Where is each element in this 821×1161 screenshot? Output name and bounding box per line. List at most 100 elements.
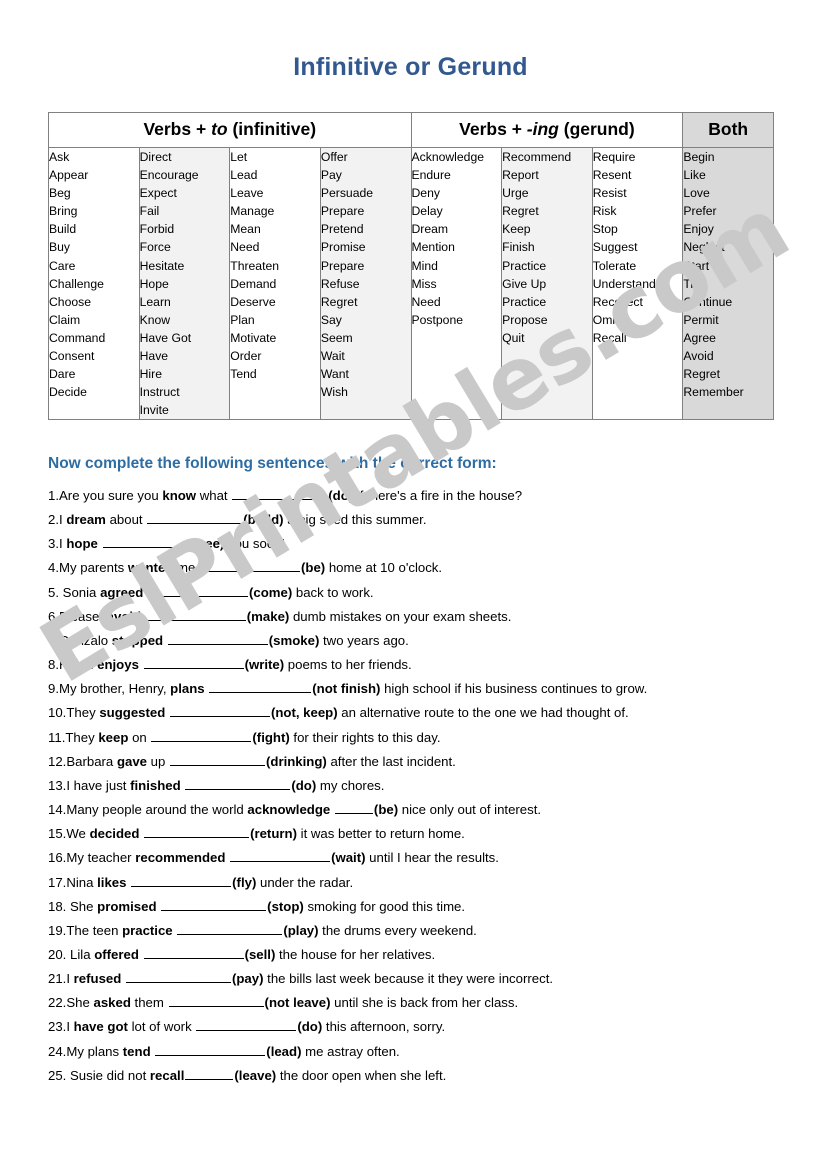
verb-item: Instruct [139, 385, 180, 400]
verb-item: Omit [592, 312, 619, 327]
exercise-item: 2.I dream about (build) a big shed this … [48, 510, 427, 528]
answer-blank[interactable] [185, 1066, 234, 1080]
exercise-cue-verb: recommended [135, 850, 226, 866]
verb-item: Continue [683, 294, 733, 309]
exercise-item: 6.Please, avoid (make) dumb mistakes on … [48, 607, 512, 624]
verb-item: Regret [502, 204, 539, 219]
answer-blank[interactable] [151, 728, 252, 742]
verb-item: Pay [320, 168, 342, 183]
exercise-number: 24. [48, 1043, 67, 1059]
verb-item: Postpone [411, 312, 464, 327]
exercise-hint: (be) [373, 802, 399, 818]
verb-item: Motivate [230, 330, 277, 345]
answer-blank[interactable] [143, 655, 244, 670]
verb-item: Finish [502, 240, 535, 255]
answer-blank[interactable] [200, 558, 300, 573]
exercise-item: 4.My parents wanted me (be) home at 10 o… [48, 558, 443, 576]
exercise-cue-verb: finished [130, 777, 181, 793]
verb-item: Care [49, 258, 76, 273]
answer-blank[interactable] [167, 631, 268, 645]
verb-item: Practice [502, 258, 547, 273]
exercise-number: 14. [48, 802, 67, 818]
answer-blank[interactable] [102, 534, 193, 549]
verb-item: Like [683, 168, 706, 183]
exercise-item: 13.I have just finished (do) my chores. [48, 776, 385, 793]
exercise-number: 22. [48, 995, 67, 1011]
answer-blank[interactable] [144, 824, 250, 839]
exercise-cue-verb: hope [66, 536, 98, 552]
answer-blank[interactable] [147, 583, 248, 597]
answer-blank[interactable] [169, 703, 270, 718]
answer-blank[interactable] [232, 486, 328, 500]
verb-item: Ask [49, 150, 70, 164]
verbs-column-1: Ask Appear Beg Bring Build Buy Care Challenge Ch… [48, 146, 140, 421]
exercise-number: 18. [48, 898, 67, 914]
exercise-hint: (drinking) [266, 753, 327, 769]
exercise-cue-verb: agreed [100, 584, 144, 600]
answer-blank[interactable] [209, 679, 312, 694]
verb-item: Stop [592, 222, 618, 237]
exercise-cue-verb: acknowledge [247, 802, 331, 818]
exercise-number: 21. [48, 971, 67, 987]
verb-item: Decide [49, 385, 87, 400]
verbs-column-6: Recommend Report Urge Regret Keep Finish Pract… [501, 146, 593, 421]
verb-item: Report [502, 168, 539, 183]
verb-item: Risk [592, 204, 617, 219]
verbs-table-group-header-3: Both [682, 112, 774, 148]
verb-item: Encourage [139, 168, 199, 183]
answer-blank[interactable] [145, 607, 246, 621]
exercise-cue-verb: refused [73, 971, 122, 987]
exercise-number: 2. [48, 512, 59, 528]
exercise-cue-verb: promised [97, 898, 157, 914]
verb-item: Tend [230, 367, 257, 382]
verb-item: Say [320, 312, 342, 327]
verb-item: Persuade [320, 186, 374, 201]
verb-item: Dream [411, 222, 449, 237]
answer-blank[interactable] [185, 776, 291, 790]
verb-item: Agree [683, 330, 716, 345]
exercise-item: 21.I refused (pay) the bills last week b… [48, 969, 554, 987]
exercise-item: 25. Susie did not recall (leave) the door… [48, 1066, 447, 1083]
verb-item: Deserve [230, 294, 276, 309]
verb-item: Start [683, 258, 710, 273]
exercise-item: 1.Are you sure you know what (do) if the… [48, 486, 523, 503]
exercise-hint: (leave) [234, 1067, 277, 1083]
verb-item: Keep [502, 222, 531, 237]
answer-blank[interactable] [125, 969, 231, 984]
verb-item: Direct [139, 150, 172, 164]
answer-blank[interactable] [334, 800, 373, 815]
answer-blank[interactable] [168, 993, 264, 1008]
exercise-cue-verb: dream [66, 512, 106, 528]
answer-blank[interactable] [230, 848, 331, 863]
exercise-number: 8. [48, 657, 59, 673]
exercise-cue-verb: asked [93, 995, 131, 1011]
answer-blank[interactable] [177, 921, 283, 935]
exercise-cue-verb: tend [122, 1043, 151, 1059]
answer-blank[interactable] [196, 1017, 297, 1032]
verb-item: Tolerate [592, 258, 637, 273]
verb-item: Avoid [683, 349, 714, 364]
answer-blank[interactable] [170, 752, 265, 766]
verb-item: Enjoy [683, 222, 714, 237]
exercise-instruction: Now complete the following sentences wit… [48, 455, 497, 472]
verb-item: Neglect [683, 240, 725, 255]
verb-item: Practice [502, 294, 547, 309]
exercise-item: 18. She promised (stop) smoking for good… [48, 897, 466, 914]
verb-item: Seem [320, 330, 353, 345]
answer-blank[interactable] [155, 1042, 266, 1056]
verb-item: Give Up [502, 276, 547, 291]
answer-blank[interactable] [147, 510, 243, 525]
verbs-reference-table: Verbs + to (infinitive) Verbs + -ing (ger… [48, 112, 774, 421]
verbs-column-8: Begin Like Love Prefer Enjoy Neglect Start Try C… [682, 146, 774, 421]
verb-item: Try [683, 276, 701, 291]
exercise-cue-verb: stopped [111, 632, 164, 648]
exercise-cue-verb: keep [98, 729, 129, 745]
verbs-column-5: Acknowledge Endure Deny Delay Dream Mention Mi… [410, 146, 503, 421]
answer-blank[interactable] [131, 873, 232, 887]
exercise-item: 7.Gonzalo stopped (smoke) two years ago. [48, 631, 409, 648]
verb-item: Remember [683, 385, 744, 400]
exercise-number: 15. [48, 826, 67, 842]
answer-blank[interactable] [161, 897, 267, 911]
exercise-item: 16.My teacher recommended (wait) until I… [48, 848, 499, 866]
answer-blank[interactable] [143, 945, 244, 959]
